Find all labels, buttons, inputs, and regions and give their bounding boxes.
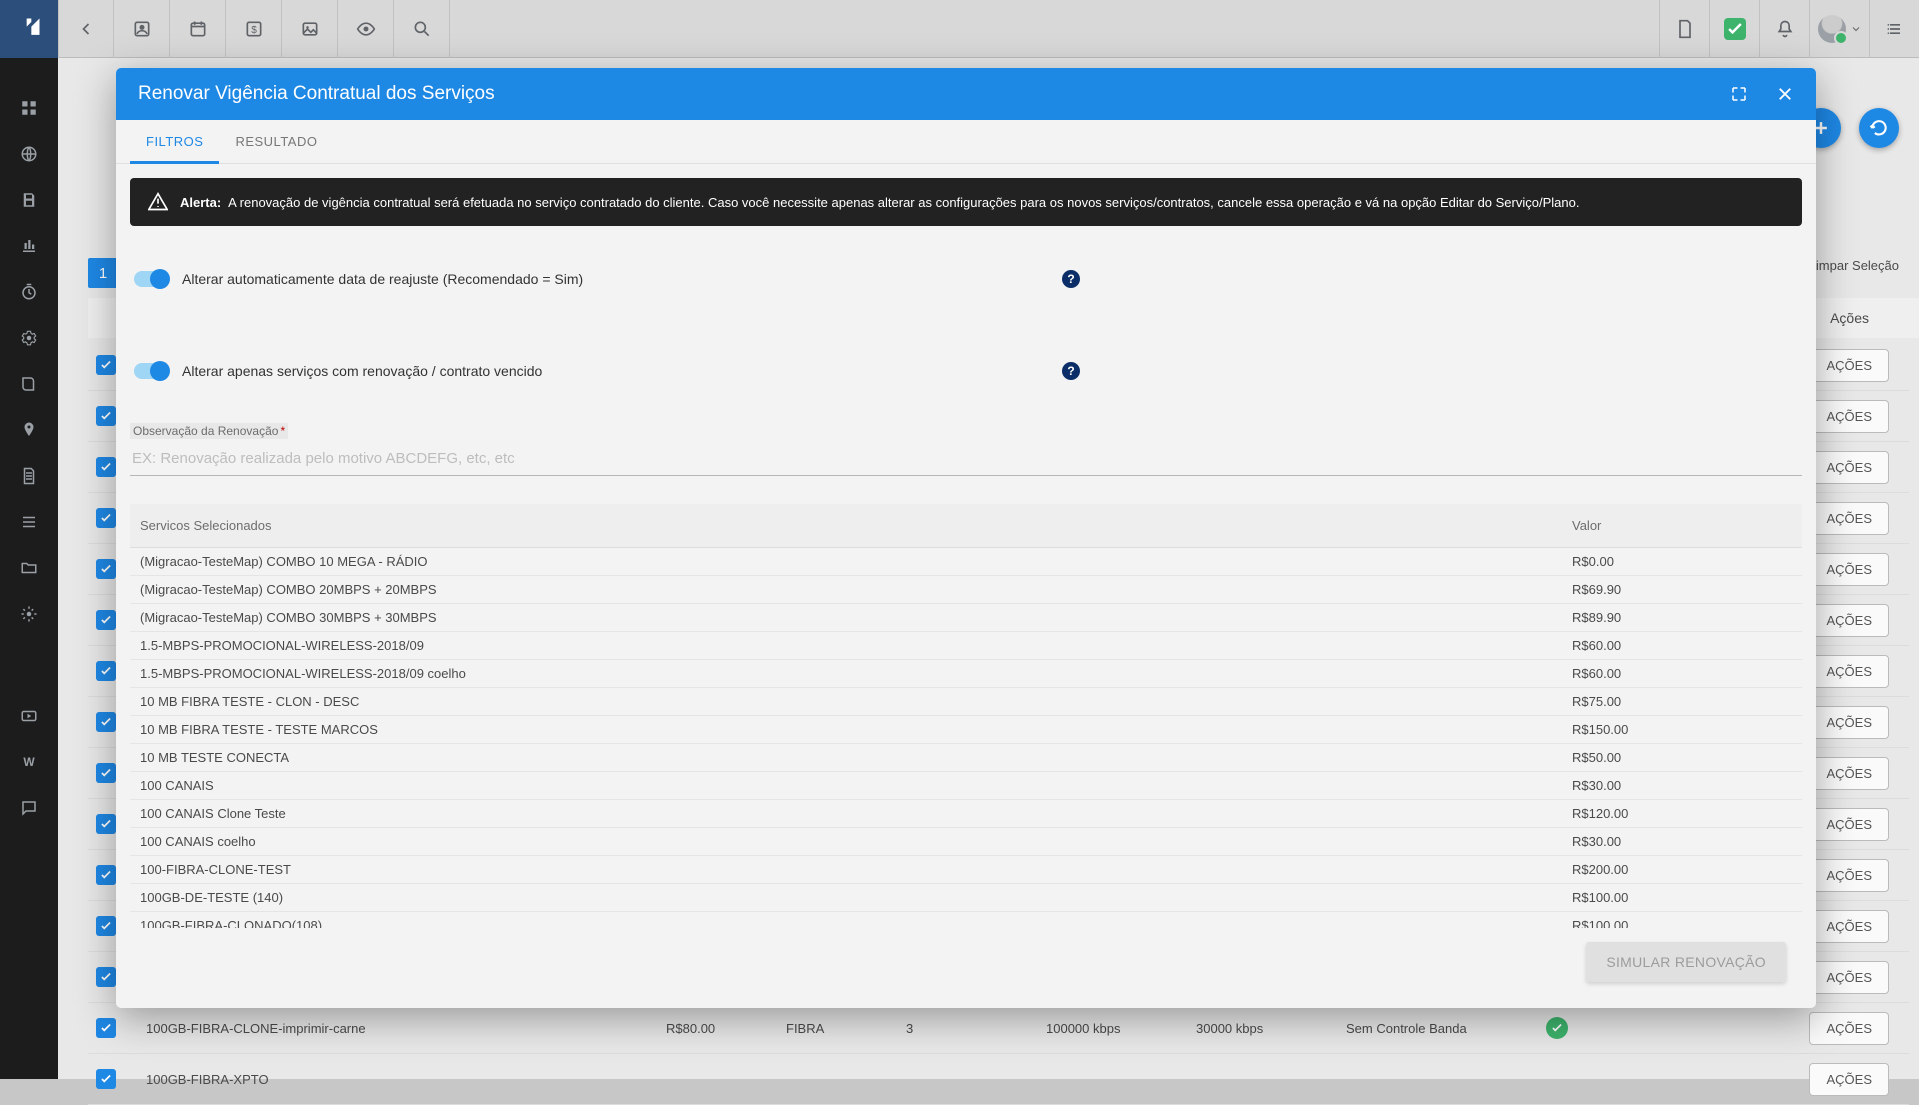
service-name: 10 MB TESTE CONECTA	[140, 750, 1572, 765]
toggle-contrato-vencido[interactable]	[134, 363, 168, 379]
simular-renovacao-button[interactable]: SIMULAR RENOVAÇÃO	[1586, 942, 1786, 982]
service-name: 100GB-DE-TESTE (140)	[140, 890, 1572, 905]
service-name: (Migracao-TesteMap) COMBO 30MBPS + 30MBP…	[140, 610, 1572, 625]
service-value: R$100.00	[1572, 890, 1792, 905]
service-row: (Migracao-TesteMap) COMBO 10 MEGA - RÁDI…	[130, 548, 1802, 576]
service-name: 100 CANAIS coelho	[140, 834, 1572, 849]
tab-resultado[interactable]: RESULTADO	[219, 120, 333, 163]
renovar-modal: Renovar Vigência Contratual dos Serviços…	[116, 68, 1816, 1008]
service-name: 10 MB FIBRA TESTE - CLON - DESC	[140, 694, 1572, 709]
toggle-auto-reajuste[interactable]	[134, 271, 168, 287]
toggle-auto-reajuste-label: Alterar automaticamente data de reajuste…	[182, 271, 583, 287]
modal-title: Renovar Vigência Contratual dos Serviços	[138, 83, 495, 105]
service-value: R$120.00	[1572, 806, 1792, 821]
service-row: 1.5-MBPS-PROMOCIONAL-WIRELESS-2018/09R$6…	[130, 632, 1802, 660]
service-row: 100GB-FIBRA-CLONADO(108)R$100.00	[130, 912, 1802, 928]
services-table: Servicos Selecionados Valor (Migracao-Te…	[130, 504, 1802, 928]
service-name: (Migracao-TesteMap) COMBO 20MBPS + 20MBP…	[140, 582, 1572, 597]
toggle-row-1: Alterar automaticamente data de reajuste…	[130, 268, 1080, 290]
alert-text: Alerta: A renovação de vigência contratu…	[180, 195, 1579, 210]
modal-body: Alerta: A renovação de vigência contratu…	[116, 164, 1816, 1008]
service-name: 1.5-MBPS-PROMOCIONAL-WIRELESS-2018/09	[140, 638, 1572, 653]
th-servicos: Servicos Selecionados	[140, 518, 1572, 533]
service-row: 100 CANAIS Clone TesteR$120.00	[130, 800, 1802, 828]
service-value: R$75.00	[1572, 694, 1792, 709]
service-value: R$30.00	[1572, 778, 1792, 793]
service-name: 100 CANAIS	[140, 778, 1572, 793]
service-value: R$60.00	[1572, 666, 1792, 681]
toggle-row-2: Alterar apenas serviços com renovação / …	[130, 360, 1080, 382]
service-row: (Migracao-TesteMap) COMBO 30MBPS + 30MBP…	[130, 604, 1802, 632]
service-row: (Migracao-TesteMap) COMBO 20MBPS + 20MBP…	[130, 576, 1802, 604]
service-value: R$200.00	[1572, 862, 1792, 877]
service-value: R$0.00	[1572, 554, 1792, 569]
service-row: 10 MB TESTE CONECTAR$50.00	[130, 744, 1802, 772]
service-row: 100 CANAIS coelhoR$30.00	[130, 828, 1802, 856]
service-value: R$69.90	[1572, 582, 1792, 597]
modal-header: Renovar Vigência Contratual dos Serviços	[116, 68, 1816, 120]
help-icon-1[interactable]: ?	[1062, 270, 1080, 288]
service-name: 1.5-MBPS-PROMOCIONAL-WIRELESS-2018/09 co…	[140, 666, 1572, 681]
service-name: 100 CANAIS Clone Teste	[140, 806, 1572, 821]
service-name: (Migracao-TesteMap) COMBO 10 MEGA - RÁDI…	[140, 554, 1572, 569]
service-value: R$100.00	[1572, 918, 1792, 928]
service-value: R$30.00	[1572, 834, 1792, 849]
observacao-block: Observação da Renovação*	[130, 422, 1802, 476]
alert-prefix: Alerta:	[180, 195, 221, 210]
help-icon-2[interactable]: ?	[1062, 362, 1080, 380]
service-name: 100-FIBRA-CLONE-TEST	[140, 862, 1572, 877]
observacao-input[interactable]	[130, 442, 1802, 476]
services-table-body: (Migracao-TesteMap) COMBO 10 MEGA - RÁDI…	[130, 548, 1802, 928]
toggle-contrato-vencido-label: Alterar apenas serviços com renovação / …	[182, 363, 542, 379]
modal-footer: SIMULAR RENOVAÇÃO	[130, 928, 1802, 996]
service-value: R$60.00	[1572, 638, 1792, 653]
service-value: R$50.00	[1572, 750, 1792, 765]
expand-icon[interactable]	[1730, 85, 1748, 103]
observacao-label: Observação da Renovação*	[130, 423, 288, 439]
required-mark: *	[280, 424, 285, 438]
service-name: 100GB-FIBRA-CLONADO(108)	[140, 918, 1572, 928]
service-row: 1.5-MBPS-PROMOCIONAL-WIRELESS-2018/09 co…	[130, 660, 1802, 688]
services-table-head: Servicos Selecionados Valor	[130, 504, 1802, 548]
service-row: 100 CANAISR$30.00	[130, 772, 1802, 800]
close-icon[interactable]	[1776, 85, 1794, 103]
service-row: 100GB-DE-TESTE (140)R$100.00	[130, 884, 1802, 912]
alert-banner: Alerta: A renovação de vigência contratu…	[130, 178, 1802, 226]
service-row: 10 MB FIBRA TESTE - TESTE MARCOSR$150.00	[130, 716, 1802, 744]
tab-filtros[interactable]: FILTROS	[130, 120, 219, 163]
service-name: 10 MB FIBRA TESTE - TESTE MARCOS	[140, 722, 1572, 737]
service-row: 10 MB FIBRA TESTE - CLON - DESCR$75.00	[130, 688, 1802, 716]
th-valor: Valor	[1572, 518, 1792, 533]
service-row: 100-FIBRA-CLONE-TESTR$200.00	[130, 856, 1802, 884]
alert-body: A renovação de vigência contratual será …	[228, 195, 1579, 210]
warning-icon	[148, 192, 168, 212]
modal-tabs: FILTROS RESULTADO	[116, 120, 1816, 164]
service-value: R$89.90	[1572, 610, 1792, 625]
service-value: R$150.00	[1572, 722, 1792, 737]
